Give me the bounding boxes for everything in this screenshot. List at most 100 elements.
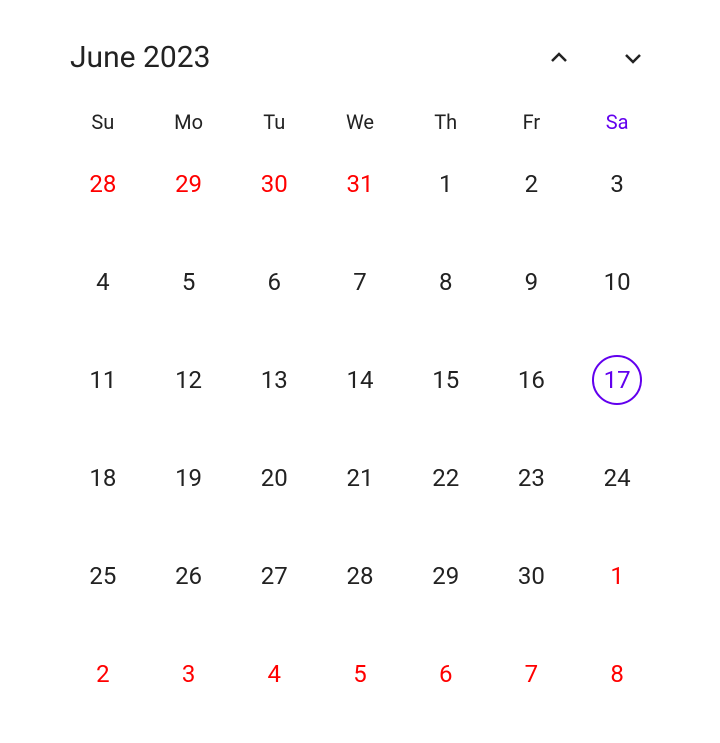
- day-cell[interactable]: 29: [146, 159, 232, 209]
- day-cell[interactable]: 5: [317, 649, 403, 699]
- day-number: 28: [335, 551, 385, 601]
- day-number: 8: [592, 649, 642, 699]
- day-number: 16: [506, 355, 556, 405]
- day-number: 1: [592, 551, 642, 601]
- day-number: 19: [164, 453, 214, 503]
- day-cell[interactable]: 11: [60, 355, 146, 405]
- chevron-down-icon: [621, 46, 645, 70]
- day-number: 6: [249, 257, 299, 307]
- day-number: 5: [164, 257, 214, 307]
- weekday-label: Su: [60, 110, 146, 134]
- day-number: 28: [78, 159, 128, 209]
- day-number: 13: [249, 355, 299, 405]
- day-number: 29: [164, 159, 214, 209]
- day-number: 7: [335, 257, 385, 307]
- day-cell[interactable]: 4: [231, 649, 317, 699]
- day-cell[interactable]: 6: [403, 649, 489, 699]
- day-cell[interactable]: 16: [489, 355, 575, 405]
- day-number: 30: [249, 159, 299, 209]
- day-number: 29: [421, 551, 471, 601]
- day-cell[interactable]: 19: [146, 453, 232, 503]
- day-cell[interactable]: 29: [403, 551, 489, 601]
- day-cell[interactable]: 28: [60, 159, 146, 209]
- day-cell[interactable]: 1: [403, 159, 489, 209]
- prev-month-button[interactable]: [542, 41, 576, 75]
- day-cell[interactable]: 18: [60, 453, 146, 503]
- day-cell[interactable]: 7: [317, 257, 403, 307]
- day-cell[interactable]: 12: [146, 355, 232, 405]
- day-cell[interactable]: 20: [231, 453, 317, 503]
- day-cell[interactable]: 7: [489, 649, 575, 699]
- calendar-header: June 2023: [60, 40, 660, 75]
- day-number: 4: [249, 649, 299, 699]
- weekday-label: Mo: [146, 110, 232, 134]
- day-number: 21: [335, 453, 385, 503]
- day-number: 31: [335, 159, 385, 209]
- day-number: 7: [506, 649, 556, 699]
- nav-buttons: [542, 41, 650, 75]
- calendar: June 2023 SuMoTuWeThFrSa 282930311234567…: [60, 40, 660, 699]
- day-number: 26: [164, 551, 214, 601]
- day-number: 20: [249, 453, 299, 503]
- days-grid: 2829303112345678910111213141516171819202…: [60, 159, 660, 699]
- day-cell[interactable]: 30: [489, 551, 575, 601]
- day-number: 25: [78, 551, 128, 601]
- weekday-label: Th: [403, 110, 489, 134]
- day-number: 8: [421, 257, 471, 307]
- day-number: 12: [164, 355, 214, 405]
- day-cell[interactable]: 24: [574, 453, 660, 503]
- day-number: 6: [421, 649, 471, 699]
- month-title: June 2023: [70, 40, 210, 75]
- day-cell[interactable]: 26: [146, 551, 232, 601]
- day-number: 4: [78, 257, 128, 307]
- day-cell[interactable]: 3: [146, 649, 232, 699]
- day-cell[interactable]: 3: [574, 159, 660, 209]
- weekday-label: Sa: [574, 110, 660, 134]
- day-number: 23: [506, 453, 556, 503]
- weekday-label: Tu: [231, 110, 317, 134]
- day-number: 10: [592, 257, 642, 307]
- day-number: 30: [506, 551, 556, 601]
- day-number: 1: [421, 159, 471, 209]
- day-cell[interactable]: 30: [231, 159, 317, 209]
- day-cell[interactable]: 17: [574, 355, 660, 405]
- day-number: 11: [78, 355, 128, 405]
- day-cell[interactable]: 4: [60, 257, 146, 307]
- day-cell[interactable]: 15: [403, 355, 489, 405]
- day-cell[interactable]: 28: [317, 551, 403, 601]
- day-cell[interactable]: 13: [231, 355, 317, 405]
- day-cell[interactable]: 2: [60, 649, 146, 699]
- day-cell[interactable]: 31: [317, 159, 403, 209]
- day-cell[interactable]: 10: [574, 257, 660, 307]
- chevron-up-icon: [547, 46, 571, 70]
- day-number: 5: [335, 649, 385, 699]
- day-number: 9: [506, 257, 556, 307]
- day-cell[interactable]: 25: [60, 551, 146, 601]
- day-cell[interactable]: 23: [489, 453, 575, 503]
- day-cell[interactable]: 22: [403, 453, 489, 503]
- day-cell[interactable]: 9: [489, 257, 575, 307]
- day-number: 17: [592, 355, 642, 405]
- next-month-button[interactable]: [616, 41, 650, 75]
- weekday-row: SuMoTuWeThFrSa: [60, 110, 660, 134]
- day-cell[interactable]: 8: [574, 649, 660, 699]
- day-number: 14: [335, 355, 385, 405]
- day-number: 2: [506, 159, 556, 209]
- day-cell[interactable]: 21: [317, 453, 403, 503]
- weekday-label: We: [317, 110, 403, 134]
- day-cell[interactable]: 1: [574, 551, 660, 601]
- day-number: 24: [592, 453, 642, 503]
- day-number: 18: [78, 453, 128, 503]
- day-number: 22: [421, 453, 471, 503]
- day-number: 3: [592, 159, 642, 209]
- day-cell[interactable]: 2: [489, 159, 575, 209]
- day-cell[interactable]: 27: [231, 551, 317, 601]
- weekday-label: Fr: [489, 110, 575, 134]
- day-number: 3: [164, 649, 214, 699]
- day-number: 15: [421, 355, 471, 405]
- day-cell[interactable]: 14: [317, 355, 403, 405]
- day-cell[interactable]: 8: [403, 257, 489, 307]
- day-cell[interactable]: 6: [231, 257, 317, 307]
- day-cell[interactable]: 5: [146, 257, 232, 307]
- day-number: 2: [78, 649, 128, 699]
